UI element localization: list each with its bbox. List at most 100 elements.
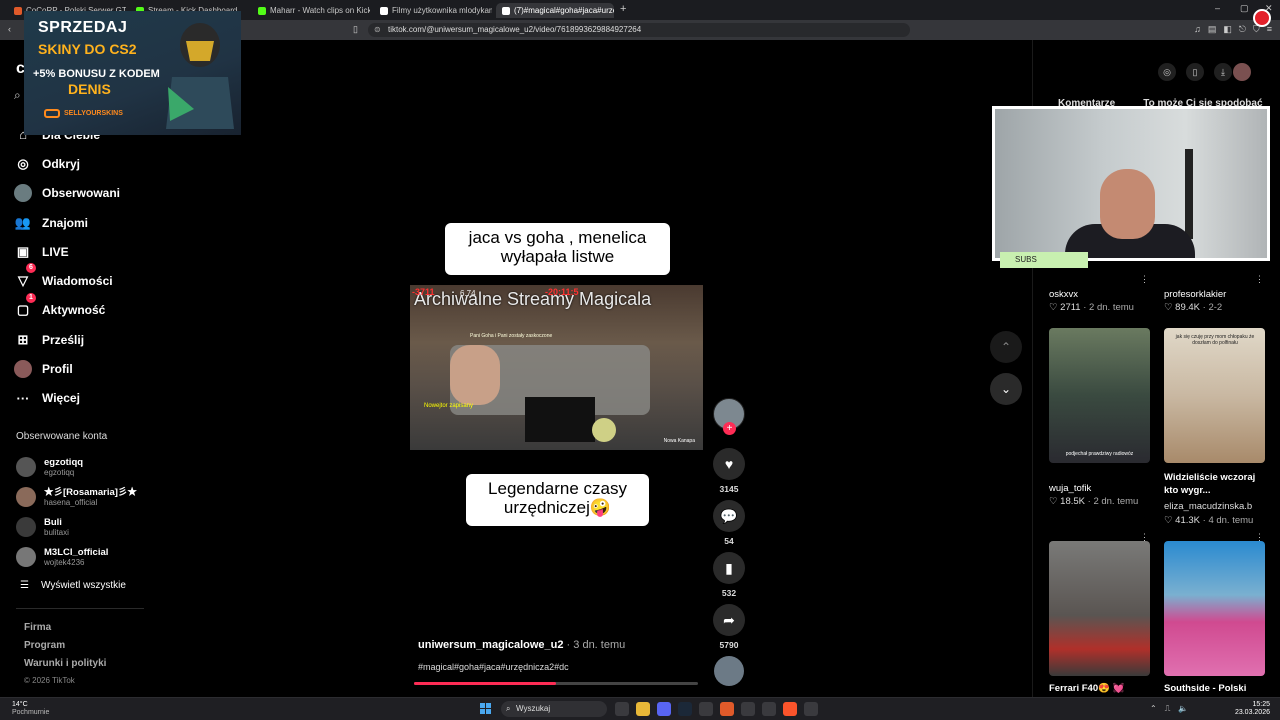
video-card[interactable] [1164,541,1265,676]
video-card[interactable]: podjechał prawdziwy radiowóz [1049,328,1150,463]
following-avatar-icon [14,184,32,203]
video-card[interactable]: jak się czuję przy mom chłopaku że doszł… [1164,328,1265,463]
live-icon: ▣ [16,243,30,259]
previous-video-button[interactable]: ⌃ [990,331,1022,363]
recording-indicator-icon [1253,9,1271,27]
share-icon: ➦ [723,612,735,628]
card-title[interactable]: Ferrari F40😍 💓 [1049,683,1124,694]
explore-icon[interactable]: ◎ [1158,63,1176,81]
footer-link-program[interactable]: Program [24,640,106,658]
task-view-icon[interactable] [615,702,629,716]
card-title[interactable]: Southside - Polski [1164,683,1246,694]
app-icon[interactable] [741,702,755,716]
followed-account[interactable]: Buli bulitaxi [16,512,166,542]
steam-icon[interactable] [678,702,692,716]
back-icon[interactable]: ‹ [8,24,11,34]
more-options-icon[interactable]: ⋮ [1140,274,1149,285]
video-author[interactable]: uniwersum_magicalowe_u2 · 3 dn. temu [418,639,625,651]
show-all-button[interactable]: ☰ Wyświetl wszystkie [20,580,126,591]
volume-icon[interactable]: 🔈 [1178,704,1188,714]
comment-button[interactable]: 💬 [713,500,745,532]
card-title[interactable]: Widzieliście wczoraj kto wygr... [1164,471,1269,497]
search-icon[interactable]: ⌕ [14,88,21,103]
app-icon[interactable] [699,702,713,716]
promo-line-1: SPRZEDAJ [38,19,128,36]
extension-icon[interactable]: ◧ [1223,24,1232,35]
extension-icon[interactable]: ▤ [1208,24,1217,35]
save-button[interactable]: ▮ [713,552,745,584]
next-video-button[interactable]: ⌄ [990,373,1022,405]
new-tab-button[interactable]: + [620,3,626,15]
discord-icon[interactable] [657,702,671,716]
tab-favicon [502,6,510,15]
sidebar-item-znajomi[interactable]: 👥 Znajomi [14,208,164,237]
footer-link-firma[interactable]: Firma [24,622,106,640]
sidebar-item-aktywnosc[interactable]: ▢ 1 Aktywność [14,292,164,325]
download-icon[interactable]: ⤓ [1214,63,1232,81]
sidebar-item-profil[interactable]: Profil [14,354,164,383]
file-explorer-icon[interactable] [636,702,650,716]
extension-icon[interactable]: ⎋ [1239,24,1246,35]
video-cat [592,418,616,442]
menu-icon[interactable]: ≡ [1267,24,1272,35]
weather-widget[interactable]: 14°C Pochmurnie [12,701,49,717]
taskbar-search[interactable]: ⌕ Wyszukaj [501,701,607,717]
tab-tiktok-films[interactable]: Filmy użytkownika mlodykamil (@bl [374,3,492,18]
video-caption-bottom: Legendarne czasy urzędniczej🤪 [466,474,649,526]
messages-badge: 6 [26,263,36,274]
card-author[interactable]: profesorklakier [1164,289,1226,300]
minimize-button[interactable]: – [1215,3,1220,13]
system-tray: ⌃ ⎍ 🔈 [1150,704,1188,714]
sidebar-item-live[interactable]: ▣ LIVE [14,237,164,266]
tab-kick-clips[interactable]: Maharr - Watch clips on Kick [252,3,370,18]
tab-favicon [258,6,266,15]
more-icon: ··· [16,390,30,406]
followed-accounts-title: Obserwowane konta [16,431,108,442]
card-author[interactable]: eliza_macudzinska.b [1164,501,1252,512]
followed-account[interactable]: M3LCI_official wojtek4236 [16,542,166,572]
card-stats: ♡ 2711 · 2 dn. temu [1049,302,1134,313]
clock[interactable]: 15:25 23.03.2026 [1235,701,1270,717]
app-icon[interactable] [720,702,734,716]
followed-account[interactable]: ★彡[Rosamaria]彡★ hasena_official [16,482,166,512]
more-options-icon[interactable]: ⋮ [1255,274,1264,285]
device-icon[interactable]: ▯ [1186,63,1204,81]
followed-accounts-list: egzotiqq egzotiqq ★彡[Rosamaria]彡★ hasena_o… [16,452,166,572]
music-avatar[interactable] [714,656,744,686]
friends-icon: 👥 [14,214,32,230]
promo-overlay: SPRZEDAJ SKINY DO CS2 +5% BONUSU Z KODEM… [24,11,241,135]
heart-icon: ♡ [1049,302,1061,313]
video-caption-top: jaca vs goha , menelica wyłapała listwe [445,223,670,275]
app-icon[interactable] [762,702,776,716]
video-progress-bar[interactable] [414,682,698,685]
video-hashtags[interactable]: #magical#goha#jaca#urzędnicza2#dc [418,662,569,672]
card-author[interactable]: oskxvx [1049,289,1078,300]
video-frame[interactable]: Archiwalne Streamy Magicala -3711 6.74 -… [410,285,703,450]
followed-account[interactable]: egzotiqq egzotiqq [16,452,166,482]
video-card[interactable] [1049,541,1150,676]
sidebar-item-wiecej[interactable]: ··· Więcej [14,384,164,413]
site-info-icon[interactable]: ⊜ [374,23,381,37]
card-author[interactable]: wuja_tofik [1049,483,1091,494]
sidebar-item-odkryj[interactable]: ◎ Odkryj [14,149,164,178]
footer-link-terms[interactable]: Warunki i polityki [24,658,106,676]
settings-icon[interactable] [804,702,818,716]
chevron-up-icon[interactable]: ⌃ [1150,704,1157,714]
sidebar-item-obserwowani[interactable]: Obserwowani [14,179,164,208]
sidebar-item-wiadomosci[interactable]: ▽ 6 Wiadomości [14,263,164,295]
network-icon[interactable]: ⎍ [1165,704,1171,714]
tab-tiktok-active[interactable]: (7)#magical#goha#jaca#urzędn✕ [496,3,614,18]
user-avatar[interactable] [1233,63,1251,81]
share-button[interactable]: ➦ [713,604,745,636]
like-button[interactable]: ♥ [713,448,745,480]
brave-icon[interactable] [783,702,797,716]
extension-icon[interactable]: ♫ [1194,24,1201,35]
bookmark-icon[interactable]: ▯ [353,24,358,35]
follow-button[interactable]: + [723,422,736,435]
windows-start-icon[interactable] [480,703,491,714]
sidebar-item-przeslij[interactable]: ⊞ Prześlij [14,325,164,354]
profile-avatar-icon [14,360,32,379]
divider [16,608,144,609]
maximize-button[interactable]: ▢ [1240,3,1249,14]
url-field[interactable]: ⊜ tiktok.com/@uniwersum_magicalowe_u2/vid… [368,23,910,37]
